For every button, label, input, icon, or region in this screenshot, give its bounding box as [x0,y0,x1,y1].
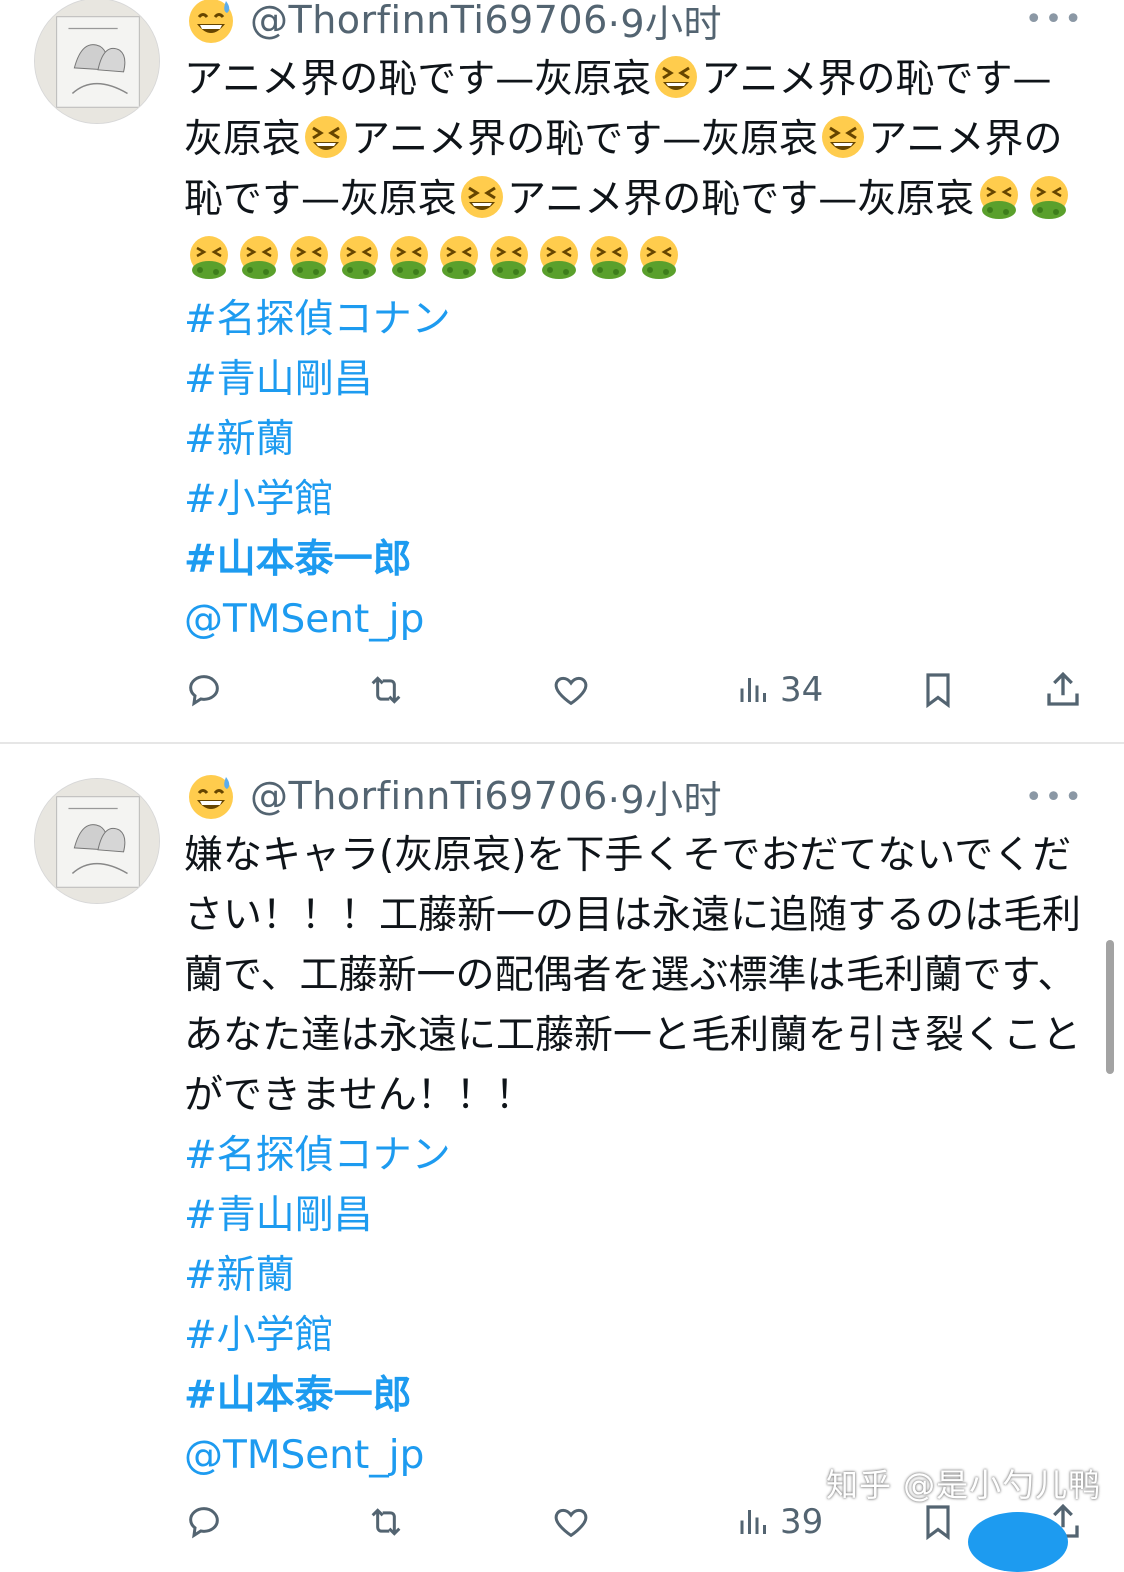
text-segment: アニメ界の恥です—灰原哀 [351,117,819,162]
nauseated-face-icon [636,234,682,280]
tweet-header: @ThorfinnTi69706 ·9小时 [186,0,722,46]
user-handle[interactable]: @ThorfinnTi69706 [250,0,608,42]
scrollbar[interactable] [1106,940,1114,1074]
hashtag-link[interactable]: #新蘭 [184,410,1084,470]
retweet-icon [371,1508,401,1536]
tweet-text: 嫌なキャラ(灰原哀)を下手くそでおだてないでください！！！工藤新一の目は永遠に追… [184,826,1084,1486]
tweet-text: アニメ界の恥です—灰原哀 アニメ界の恥です—灰原哀 アニメ界の恥です—灰原哀 アニメ界… [184,50,1084,650]
bookmark-button[interactable] [918,1501,958,1543]
more-options-icon[interactable]: ••• [1025,2,1084,37]
nauseated-face-icon [336,234,382,280]
nauseated-face-icon [486,234,532,280]
avatar-image [35,779,159,903]
hashtag-link[interactable]: #山本泰一郎 [184,1366,1084,1426]
compose-fab-button[interactable] [968,1512,1068,1572]
nauseated-face-icon [186,234,232,280]
text-segment: アニメ界の恥です—灰原哀 [184,57,652,102]
laughing-squint-face-icon [653,54,699,100]
nauseated-face-icon [536,234,582,280]
hashtag-link[interactable]: #名探偵コナン [184,1126,1084,1186]
hashtag-link[interactable]: #山本泰一郎 [184,530,1084,590]
view-count: 34 [780,670,824,710]
tweet-time: ·9小时 [607,777,723,822]
hashtag-link[interactable]: #小学館 [184,1306,1084,1366]
nauseated-face-icon [436,234,482,280]
avatar-image [35,0,159,123]
laughing-squint-face-icon [303,114,349,160]
nauseated-face-icon [586,234,632,280]
laughing-squint-face-icon [820,114,866,160]
like-button[interactable] [550,1502,592,1542]
mention-link[interactable]: @TMSent_jp [184,590,1084,650]
reply-button[interactable] [184,670,224,710]
laughing-squint-face-icon [459,174,505,220]
tweet-text-content: 嫌なキャラ(灰原哀)を下手くそでおだてないでください！！！工藤新一の目は永遠に追… [184,833,1082,1118]
views-button[interactable]: 34 [736,670,823,710]
reply-icon [189,675,219,707]
retweet-button[interactable] [364,1502,408,1542]
like-icon [554,1508,588,1538]
share-button[interactable] [1042,669,1084,711]
avatar[interactable] [34,778,160,904]
like-icon [554,676,588,706]
reply-button[interactable] [184,1502,224,1542]
views-icon [740,678,766,702]
tweet-header: @ThorfinnTi69706 ·9小时 [186,770,722,822]
text-segment: アニメ界の恥です—灰原哀 [507,177,975,222]
reply-icon [189,1507,219,1539]
tweet-actions: 34 [184,666,1084,714]
hashtag-link[interactable]: #青山剛昌 [184,1186,1084,1246]
nauseated-face-icon [976,174,1022,220]
retweet-button[interactable] [364,670,408,710]
nauseated-face-icon [1026,174,1072,220]
retweet-icon [371,676,401,704]
share-icon [1047,671,1079,706]
hashtag-link[interactable]: #青山剛昌 [184,350,1084,410]
tweet-time: ·9小时 [607,1,723,46]
avatar[interactable] [34,0,160,124]
nauseated-face-icon [236,234,282,280]
tweet[interactable]: @ThorfinnTi69706 ·9小时 ••• アニメ界の恥です—灰原哀アニ… [0,0,1124,742]
like-button[interactable] [550,670,592,710]
hashtag-link[interactable]: #名探偵コナン [184,290,1084,350]
watermark: 知乎 @是小勺儿鸭 [826,1466,1102,1504]
more-options-icon[interactable]: ••• [1025,780,1084,815]
view-count: 39 [780,1502,824,1542]
bookmark-icon [926,673,950,709]
bookmark-button[interactable] [918,669,958,711]
bookmark-icon [926,1505,950,1541]
views-icon [740,1510,766,1534]
tweet[interactable]: @ThorfinnTi69706 ·9小时 ••• 嫌なキャラ(灰原哀)を下手く… [0,744,1124,1542]
nauseated-face-icon [286,234,332,280]
grinning-sweat-face-icon [186,0,236,45]
user-handle[interactable]: @ThorfinnTi69706 [250,774,608,818]
hashtag-link[interactable]: #新蘭 [184,1246,1084,1306]
nauseated-face-icon [386,234,432,280]
hashtag-link[interactable]: #小学館 [184,470,1084,530]
views-button[interactable]: 39 [736,1502,823,1542]
grinning-sweat-face-icon [186,771,236,821]
